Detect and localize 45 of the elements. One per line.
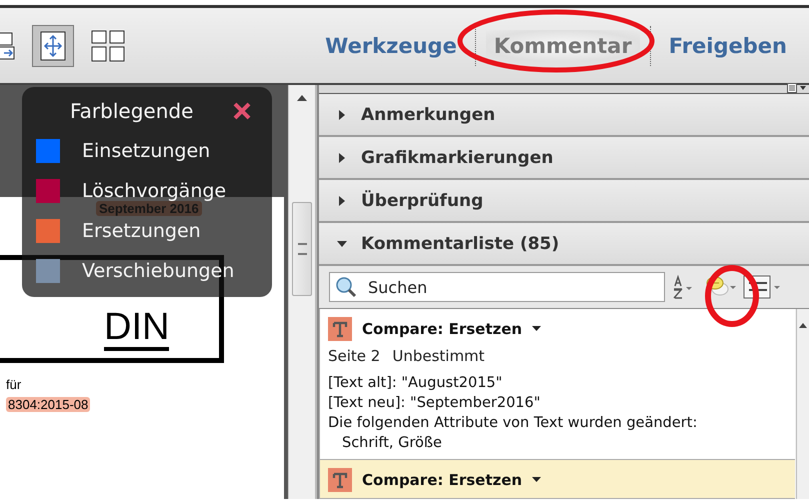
comment-text: [Text neu]: "September2016" [328, 394, 542, 413]
comment-text: Schrift, Größe [341, 434, 443, 453]
legend-label: Löschvorgänge [82, 180, 226, 202]
scroll-up-icon[interactable] [297, 95, 307, 101]
legend-title: Farblegende [70, 99, 194, 123]
legend-label: Ersetzungen [82, 220, 201, 242]
fit-page-button[interactable] [32, 24, 74, 66]
comment-text: [Text alt]: "August2015" [328, 374, 504, 393]
two-page-icon[interactable] [90, 28, 126, 64]
legend-label: Verschiebungen [82, 260, 234, 282]
caret-icon[interactable] [337, 152, 347, 162]
document-text: für [6, 377, 22, 392]
close-icon[interactable] [232, 101, 252, 121]
dropdown-caret-icon[interactable] [532, 326, 542, 332]
scrollbar[interactable] [288, 85, 317, 499]
comment-type[interactable]: Compare: Ersetzen [362, 320, 522, 338]
comment-item[interactable]: Compare: Ersetzen [319, 460, 795, 499]
text-comment-icon [328, 317, 352, 341]
accordion-section[interactable]: Kommentarliste (85) [319, 223, 809, 266]
dropdown-caret-icon[interactable] [532, 477, 542, 483]
annotation-circle [704, 264, 760, 328]
comment-status: Unbestimmt [392, 347, 485, 365]
legend-label: Einsetzungen [82, 140, 210, 162]
accordion-section[interactable]: Überprüfung [319, 180, 809, 223]
toolbar-tab[interactable]: Kommentar [486, 30, 640, 62]
caret-icon[interactable] [337, 238, 347, 248]
highlighted-text: 8304:2015-08 [6, 397, 90, 412]
list-options-icon[interactable] [743, 273, 781, 301]
caret-icon[interactable] [337, 110, 347, 120]
accordion-section[interactable]: Grafikmarkierungen [319, 137, 809, 180]
scroll-thumb[interactable] [292, 202, 312, 296]
caret-icon[interactable] [337, 196, 347, 206]
search-field[interactable]: Suchen [329, 272, 665, 302]
accordion-section[interactable]: Anmerkungen [319, 94, 809, 137]
scrollbar[interactable] [796, 309, 809, 499]
text-comment-icon [328, 468, 352, 492]
comment-type[interactable]: Compare: Ersetzen [362, 471, 522, 489]
toolbar-tab[interactable]: Freigeben [660, 30, 795, 62]
options-menu-icon[interactable] [787, 83, 807, 93]
page-number: Seite 2 [328, 347, 380, 365]
comment-item[interactable]: Compare: Ersetzen Seite 2 Unbestimmt [Text alt]: "August2015" [Text neu]: "September2016" Die folgenden Attribute von Text wurden geändert: Schrift, Größe [319, 309, 795, 460]
heading-text: DIN [104, 307, 170, 351]
toolbar-tab[interactable]: Werkzeuge [317, 30, 465, 62]
scroll-up-icon[interactable] [799, 323, 807, 328]
comment-text: Die folgenden Attribute von Text wurden geändert: [328, 414, 698, 433]
